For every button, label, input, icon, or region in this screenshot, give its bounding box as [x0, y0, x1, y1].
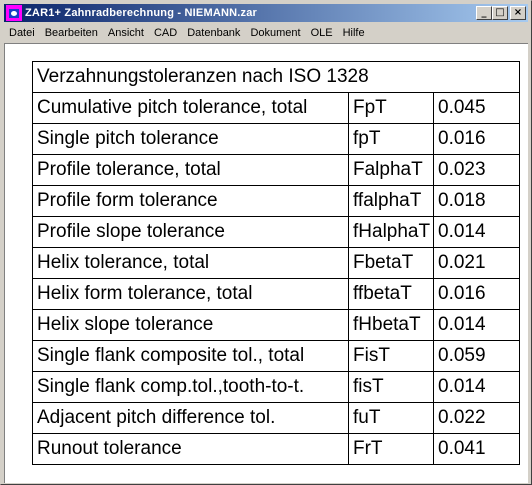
tolerance-name: Single flank composite tol., total: [32, 340, 349, 372]
table-row: Adjacent pitch difference tol. fuT 0.022: [32, 402, 520, 434]
tolerance-symbol: ffalphaT: [348, 185, 434, 217]
tolerance-name: Helix tolerance, total: [32, 247, 349, 279]
close-button[interactable]: ×: [510, 6, 526, 20]
table-row: Cumulative pitch tolerance, total FpT 0.04…: [32, 92, 520, 124]
tolerance-value: 0.041: [433, 433, 520, 465]
table-row: Single pitch tolerance fpT 0.016: [32, 123, 520, 155]
tolerance-name: Adjacent pitch difference tol.: [32, 402, 349, 434]
table-row: Helix slope tolerance fHbetaT 0.014: [32, 309, 520, 341]
document-area[interactable]: Verzahnungstoleranzen nach ISO 1328 Cumu…: [4, 43, 528, 483]
table-row: Single flank composite tol., total FisT 0.…: [32, 340, 520, 372]
tolerance-value: 0.018: [433, 185, 520, 217]
app-icon[interactable]: [6, 5, 22, 21]
tolerance-symbol: FbetaT: [348, 247, 434, 279]
tolerance-symbol: FrT: [348, 433, 434, 465]
tolerance-value: 0.022: [433, 402, 520, 434]
tolerance-value: 0.016: [433, 123, 520, 155]
menu-bar: Datei Bearbeiten Ansicht CAD Datenbank D…: [4, 24, 528, 42]
tolerance-value: 0.014: [433, 309, 520, 341]
table-row: Helix tolerance, total FbetaT 0.021: [32, 247, 520, 279]
tolerance-symbol: fuT: [348, 402, 434, 434]
table-title: Verzahnungstoleranzen nach ISO 1328: [32, 61, 520, 93]
tolerance-table: Verzahnungstoleranzen nach ISO 1328 Cumu…: [32, 61, 520, 465]
maximize-button[interactable]: □: [492, 6, 508, 20]
table-row: Helix form tolerance, total ffbetaT 0.016: [32, 278, 520, 310]
table-row: Profile slope tolerance fHalphaT 0.014: [32, 216, 520, 248]
tolerance-value: 0.023: [433, 154, 520, 186]
tolerance-value: 0.021: [433, 247, 520, 279]
table-row: Profile form tolerance ffalphaT 0.018: [32, 185, 520, 217]
menu-cad[interactable]: CAD: [149, 27, 182, 39]
menu-ansicht[interactable]: Ansicht: [103, 27, 149, 39]
tolerance-symbol: FisT: [348, 340, 434, 372]
tolerance-name: Single flank comp.tol.,tooth-to-t.: [32, 371, 349, 403]
menu-ole[interactable]: OLE: [306, 27, 338, 39]
tolerance-name: Profile form tolerance: [32, 185, 349, 217]
tolerance-name: Helix form tolerance, total: [32, 278, 349, 310]
menu-hilfe[interactable]: Hilfe: [338, 27, 370, 39]
tolerance-symbol: FpT: [348, 92, 434, 124]
tolerance-value: 0.045: [433, 92, 520, 124]
tolerance-value: 0.014: [433, 216, 520, 248]
table-row: Single flank comp.tol.,tooth-to-t. fisT 0.…: [32, 371, 520, 403]
minimize-button[interactable]: _: [476, 6, 492, 20]
title-bar[interactable]: ZAR1+ Zahnradberechnung - NIEMANN.zar _ …: [4, 4, 528, 22]
tolerance-name: Cumulative pitch tolerance, total: [32, 92, 349, 124]
tolerance-name: Profile tolerance, total: [32, 154, 349, 186]
menu-dokument[interactable]: Dokument: [245, 27, 305, 39]
table-header-row: Verzahnungstoleranzen nach ISO 1328: [32, 61, 520, 93]
tolerance-value: 0.059: [433, 340, 520, 372]
table-row: Profile tolerance, total FalphaT 0.023: [32, 154, 520, 186]
tolerance-name: Single pitch tolerance: [32, 123, 349, 155]
tolerance-symbol: FalphaT: [348, 154, 434, 186]
tolerance-value: 0.016: [433, 278, 520, 310]
tolerance-symbol: fisT: [348, 371, 434, 403]
tolerance-symbol: fHbetaT: [348, 309, 434, 341]
tolerance-name: Runout tolerance: [32, 433, 349, 465]
app-window: ZAR1+ Zahnradberechnung - NIEMANN.zar _ …: [0, 0, 532, 485]
tolerance-name: Profile slope tolerance: [32, 216, 349, 248]
menu-datenbank[interactable]: Datenbank: [182, 27, 245, 39]
tolerance-name: Helix slope tolerance: [32, 309, 349, 341]
table-row: Runout tolerance FrT 0.041: [32, 433, 520, 465]
tolerance-symbol: fHalphaT: [348, 216, 434, 248]
menu-datei[interactable]: Datei: [4, 27, 40, 39]
window-title: ZAR1+ Zahnradberechnung - NIEMANN.zar: [25, 7, 258, 19]
window-controls: _ □ ×: [476, 6, 526, 20]
tolerance-symbol: ffbetaT: [348, 278, 434, 310]
tolerance-symbol: fpT: [348, 123, 434, 155]
menu-bearbeiten[interactable]: Bearbeiten: [40, 27, 103, 39]
tolerance-value: 0.014: [433, 371, 520, 403]
